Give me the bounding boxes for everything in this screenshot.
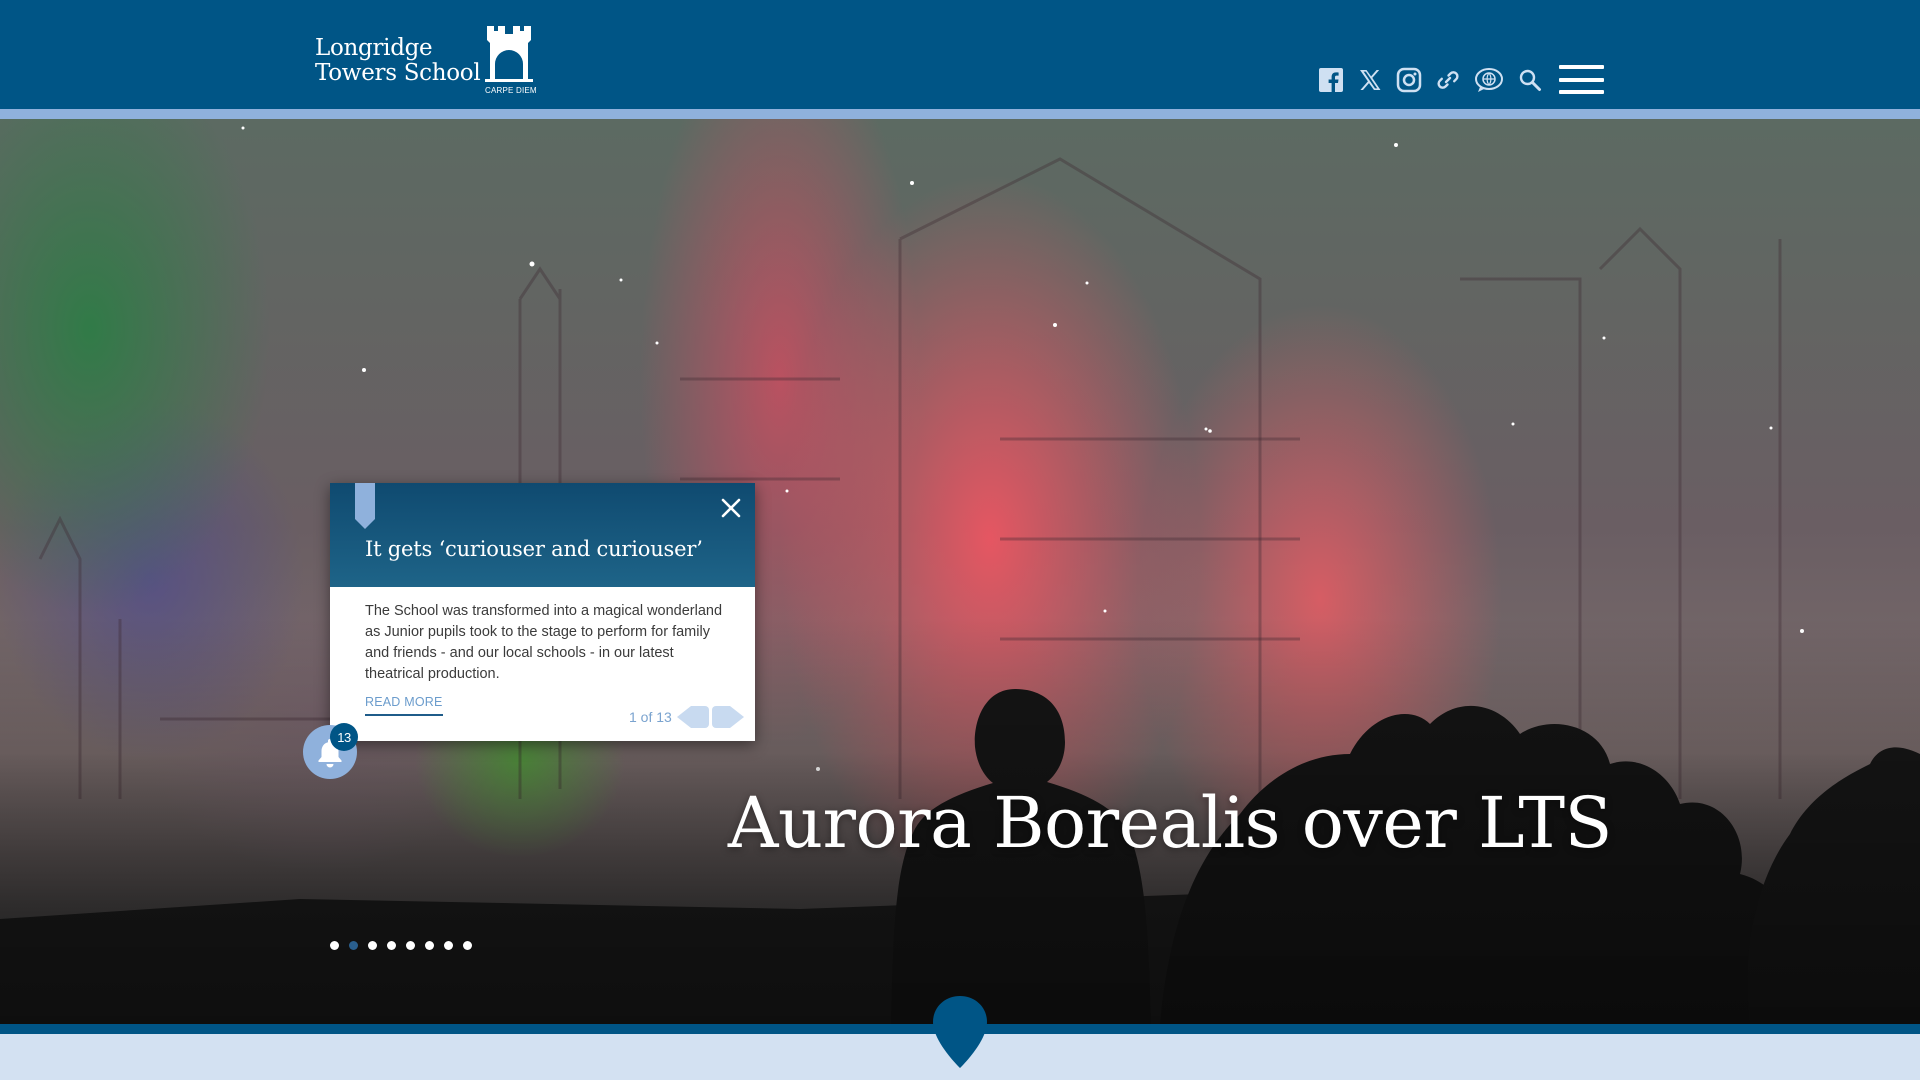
slider-dot-8[interactable] [463, 941, 472, 950]
facebook-icon[interactable] [1317, 66, 1345, 94]
social-links [1317, 66, 1555, 94]
close-icon[interactable] [719, 496, 743, 520]
notification-counter: 1 of 13 [629, 709, 672, 725]
header-accent-strip [0, 109, 1920, 119]
slider-dot-1[interactable] [330, 941, 339, 950]
bookmark-ribbon-icon [355, 483, 375, 529]
next-arrow-icon[interactable] [712, 705, 744, 729]
instagram-icon[interactable] [1395, 66, 1423, 94]
notification-header: It gets ‘curiouser and curiouser’ [330, 483, 755, 587]
slider-dot-6[interactable] [425, 941, 434, 950]
slider-pagination [330, 941, 482, 950]
slider-dot-7[interactable] [444, 941, 453, 950]
notification-count-badge: 13 [330, 723, 358, 751]
site-header: Longridge Towers School CARPE DIEM [0, 0, 1920, 109]
hero-slide-title: Aurora Borealis over LTS [727, 782, 1613, 864]
previous-arrow-icon[interactable] [677, 705, 709, 729]
hamburger-menu-icon[interactable] [1559, 65, 1604, 94]
notification-popup: It gets ‘curiouser and curiouser’ The Sc… [330, 483, 755, 741]
notification-body: The School was transformed into a magica… [365, 603, 723, 682]
logo-line-1: Longridge [315, 35, 433, 61]
notification-title: It gets ‘curiouser and curiouser’ [365, 537, 703, 561]
link-icon[interactable] [1434, 66, 1462, 94]
slider-dot-2[interactable] [349, 941, 358, 950]
x-icon[interactable] [1356, 66, 1384, 94]
read-more-link[interactable]: READ MORE [365, 695, 443, 716]
school-logo[interactable]: Longridge Towers School CARPE DIEM [315, 24, 545, 96]
globe-chat-icon[interactable] [1473, 66, 1505, 94]
logo-wordmark: Longridge Towers School [315, 35, 481, 86]
logo-line-2: Towers School [315, 60, 481, 86]
scroll-down-pin-icon[interactable] [930, 994, 990, 1074]
logo-motto: CARPE DIEM [485, 86, 537, 95]
slider-dot-4[interactable] [387, 941, 396, 950]
slider-dot-5[interactable] [406, 941, 415, 950]
hero-vignette [0, 119, 1920, 1024]
search-icon[interactable] [1516, 66, 1544, 94]
slider-dot-3[interactable] [368, 941, 377, 950]
hero-slider: Aurora Borealis over LTS [0, 119, 1920, 1024]
